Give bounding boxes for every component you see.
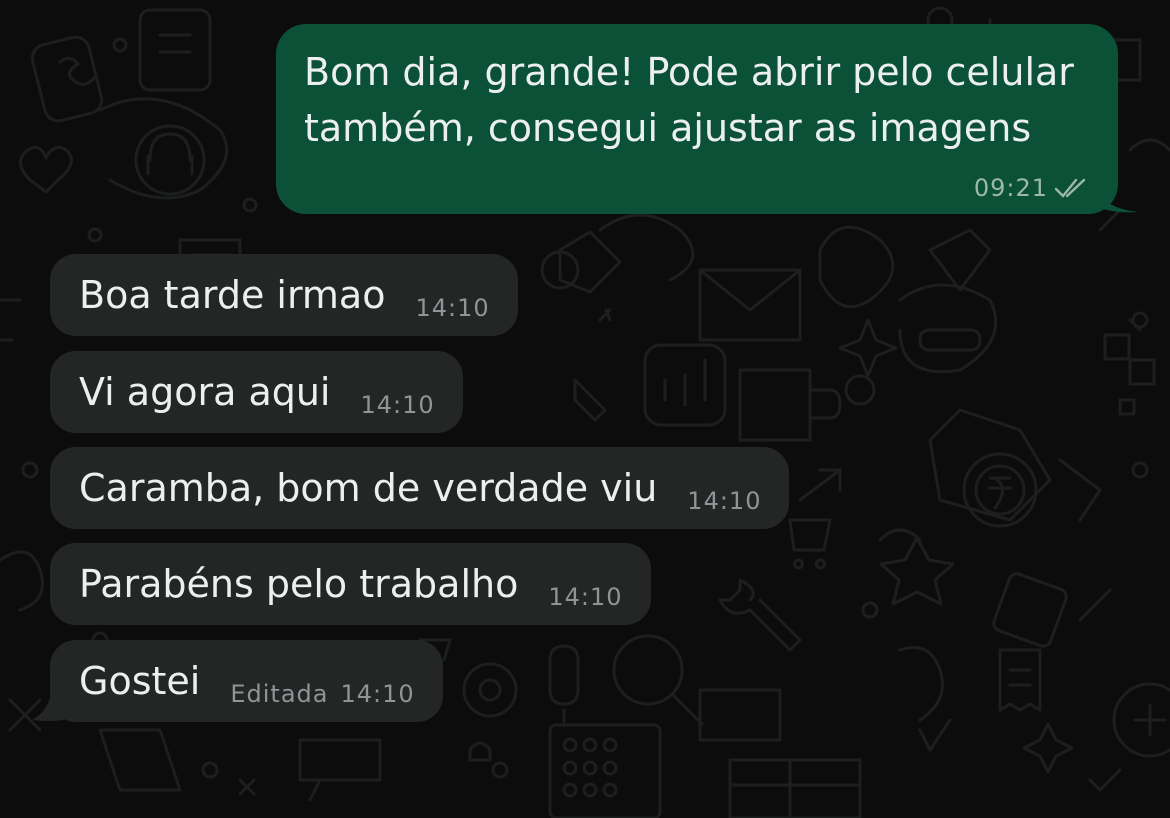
- incoming-message[interactable]: Vi agora aqui 14:10: [50, 351, 463, 433]
- message-text: Boa tarde irmao: [79, 273, 386, 317]
- message-text: Vi agora aqui: [79, 370, 331, 414]
- outgoing-message[interactable]: Bom dia, grande! Pode abrir pelo celular…: [276, 24, 1118, 214]
- message-time: 14:10: [548, 583, 623, 611]
- message-time: 14:10: [687, 487, 762, 515]
- incoming-message[interactable]: Boa tarde irmao 14:10: [50, 254, 518, 336]
- outgoing-bubble-tail: [1090, 180, 1138, 213]
- message-time: 09:21: [973, 174, 1048, 202]
- message-meta: Editada 14:10: [230, 654, 414, 708]
- double-check-icon: [1054, 178, 1086, 198]
- message-meta: 09:21: [974, 174, 1090, 202]
- message-time: 14:10: [340, 680, 415, 708]
- message-text: Parabéns pelo trabalho: [79, 562, 519, 606]
- message-text: Caramba, bom de verdade viu: [79, 466, 658, 510]
- incoming-bubble-tail: [32, 690, 64, 721]
- message-text: Gostei: [79, 659, 201, 703]
- incoming-message[interactable]: Parabéns pelo trabalho 14:10: [50, 543, 651, 625]
- incoming-message[interactable]: Caramba, bom de verdade viu 14:10: [50, 447, 790, 529]
- chat-area[interactable]: Bom dia, grande! Pode abrir pelo celular…: [0, 0, 1170, 818]
- incoming-message[interactable]: Gostei Editada 14:10: [50, 640, 443, 722]
- message-text: Bom dia, grande! Pode abrir pelo celular…: [304, 50, 1074, 150]
- edited-label: Editada: [230, 680, 329, 708]
- message-time: 14:10: [415, 294, 490, 322]
- message-time: 14:10: [360, 391, 435, 419]
